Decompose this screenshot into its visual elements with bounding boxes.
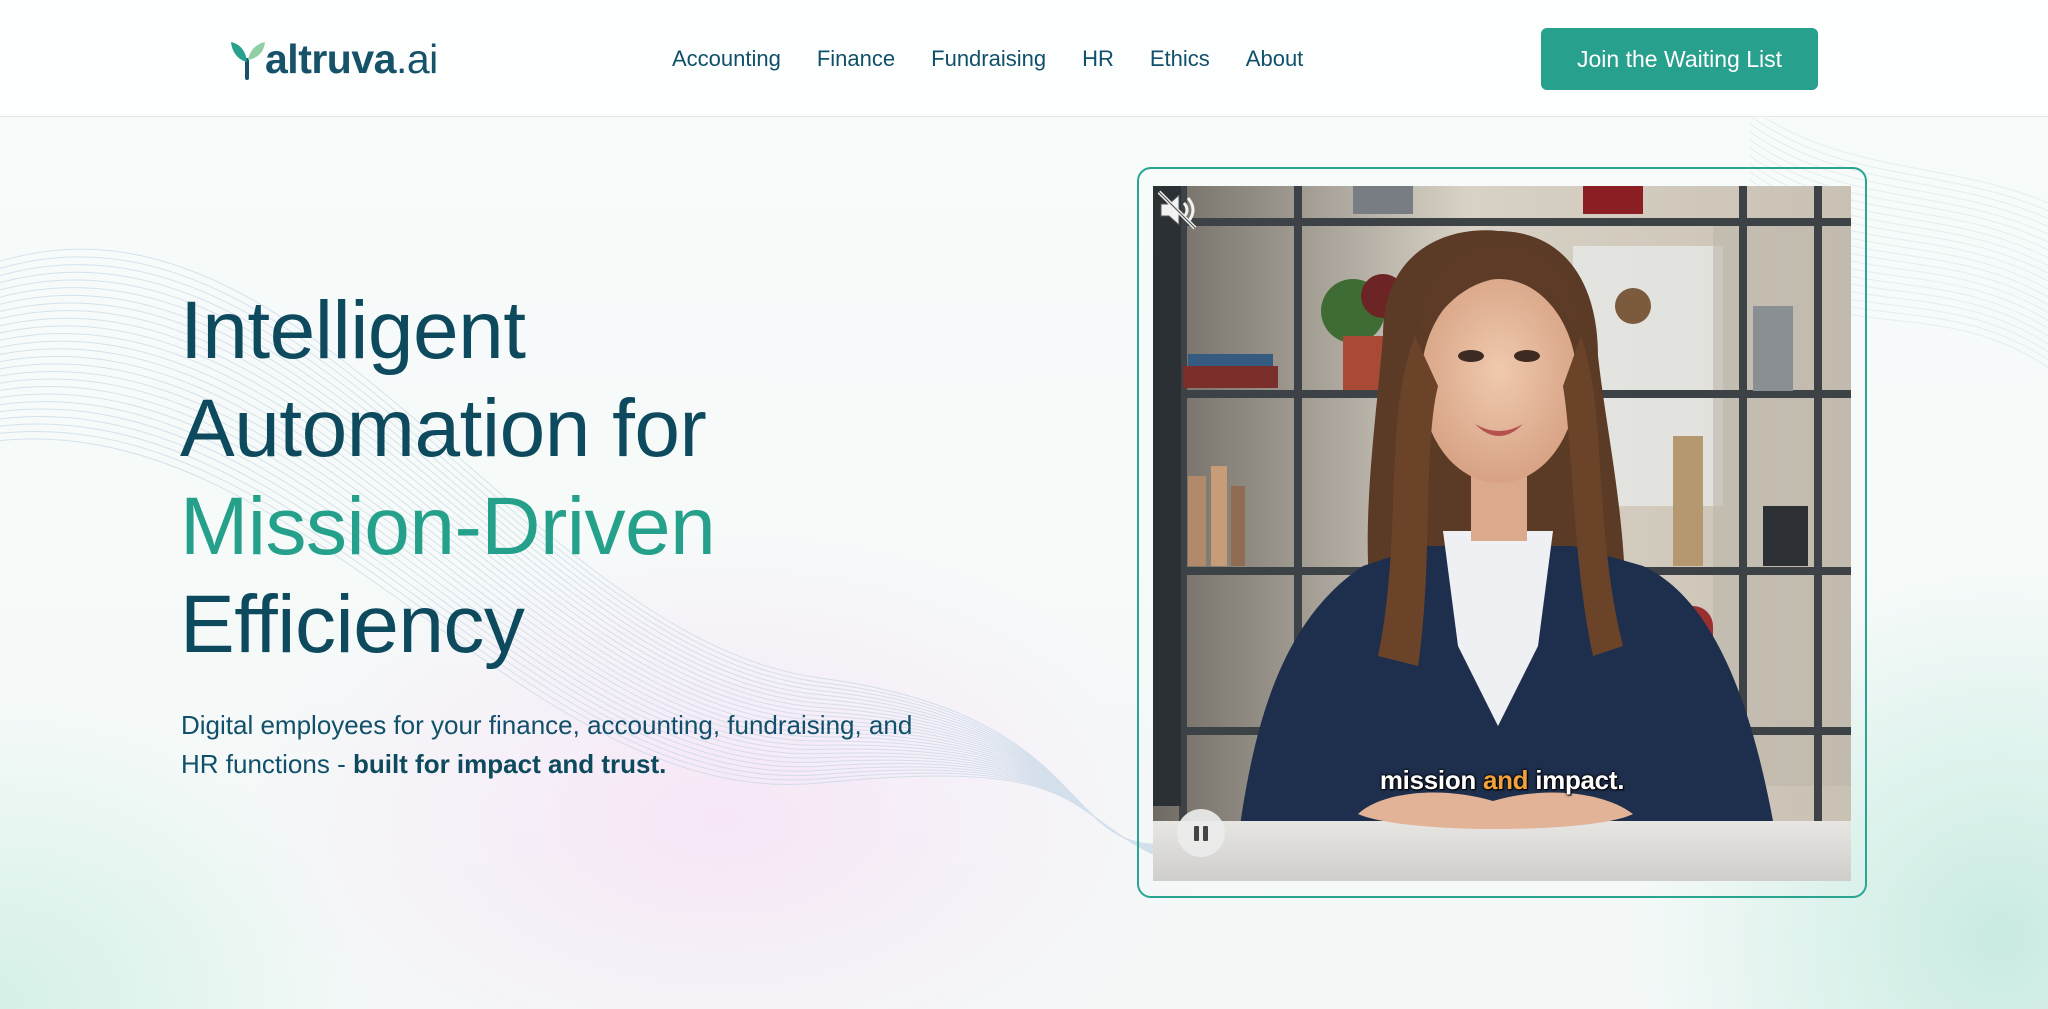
headline-line-1: Intelligent <box>180 285 526 376</box>
nav-ethics[interactable]: Ethics <box>1150 46 1210 72</box>
nav-finance[interactable]: Finance <box>817 46 895 72</box>
logo-name: altruva <box>265 35 396 82</box>
main-nav: Accounting Finance Fundraising HR Ethics… <box>672 44 1303 74</box>
video-caption: mission and impact. <box>1153 765 1851 796</box>
pause-bar-icon <box>1203 825 1208 841</box>
nav-about[interactable]: About <box>1246 46 1304 72</box>
headline-line-4: Efficiency <box>180 579 525 670</box>
headline-accent: Mission-Driven <box>180 481 716 572</box>
caption-word-1: mission <box>1379 765 1476 795</box>
altruva-logo[interactable]: altruva.ai <box>228 36 438 82</box>
pause-button[interactable] <box>1177 809 1225 857</box>
muted-speaker-icon[interactable] <box>1153 186 1201 234</box>
headline-line-2: Automation for <box>180 383 707 474</box>
pause-bar-icon <box>1194 825 1199 841</box>
caption-word-2: and <box>1482 765 1529 795</box>
subhead-emphasis: built for impact and trust. <box>352 749 667 779</box>
nav-fundraising[interactable]: Fundraising <box>931 46 1046 72</box>
nav-hr[interactable]: HR <box>1082 46 1114 72</box>
nav-accounting[interactable]: Accounting <box>672 46 781 72</box>
intro-video[interactable]: mission and impact. <box>1153 186 1851 881</box>
sprout-logo-icon <box>231 42 265 80</box>
hero-subheading: Digital employees for your finance, acco… <box>181 706 941 784</box>
logo-wordmark: altruva.ai <box>265 36 438 83</box>
site-header: altruva.ai Accounting Finance Fundraisin… <box>0 0 2048 117</box>
join-waiting-list-button[interactable]: Join the Waiting List <box>1541 28 1818 90</box>
hero-headline: Intelligent Automation for Mission-Drive… <box>180 282 1000 674</box>
caption-word-3: impact. <box>1535 765 1625 795</box>
logo-suffix: .ai <box>395 35 438 82</box>
